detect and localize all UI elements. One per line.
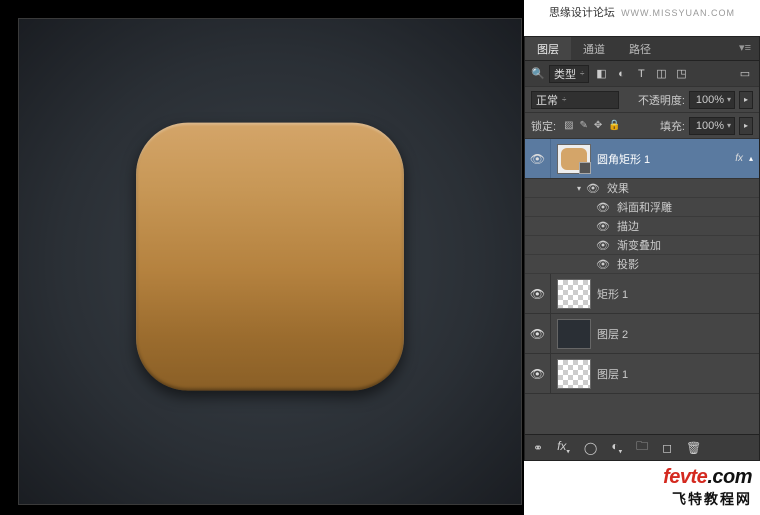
- visibility-toggle[interactable]: 👁: [585, 182, 601, 195]
- opacity-input[interactable]: 100% ▾: [689, 91, 735, 109]
- lock-row: 锁定: ▨ ✎ ✥ 🔒 填充: 100% ▾ ▸: [525, 113, 759, 139]
- filter-type-label: 类型: [554, 66, 576, 82]
- filter-smart-icon[interactable]: ◳: [673, 66, 689, 82]
- new-group-icon[interactable]: 🗀: [636, 437, 648, 458]
- chevron-down-icon: ▾: [727, 95, 731, 104]
- effect-name: 渐变叠加: [617, 237, 661, 253]
- layer-name: 矩形 1: [597, 286, 759, 302]
- search-icon[interactable]: 🔍: [531, 67, 545, 80]
- layer-filter-row: 🔍 类型 ÷ ◧ ◐ T ◫ ◳ ▭: [525, 61, 759, 87]
- brand-text-2: .com: [707, 466, 752, 488]
- tab-layers[interactable]: 图层: [525, 37, 571, 60]
- lock-position-icon[interactable]: ✥: [594, 120, 602, 131]
- lock-pixels-icon[interactable]: ✎: [580, 120, 588, 131]
- lock-label: 锁定:: [531, 118, 556, 134]
- visibility-toggle[interactable]: 👁: [525, 274, 551, 313]
- layer-thumbnail[interactable]: [557, 359, 591, 389]
- visibility-toggle[interactable]: 👁: [595, 258, 611, 271]
- layer-thumbnail[interactable]: [557, 144, 591, 174]
- layer-mask-icon[interactable]: ◯: [584, 441, 597, 455]
- layer-2[interactable]: 👁 图层 2: [525, 314, 759, 354]
- lock-transparency-icon[interactable]: ▨: [564, 120, 573, 131]
- layers-panel: 图层 通道 路径 ▾≡ 🔍 类型 ÷ ◧ ◐ T ◫ ◳ ▭ 正常 ÷ 不透明度…: [524, 36, 760, 461]
- blend-row: 正常 ÷ 不透明度: 100% ▾ ▸: [525, 87, 759, 113]
- layer-thumbnail[interactable]: [557, 279, 591, 309]
- panel-menu-icon[interactable]: ▾≡: [731, 37, 759, 60]
- filter-pixel-icon[interactable]: ◧: [593, 66, 609, 82]
- effect-name: 描边: [617, 218, 639, 234]
- effects-header[interactable]: ▾ 👁 效果: [525, 179, 759, 198]
- canvas-viewport[interactable]: [18, 18, 522, 505]
- layer-name: 图层 1: [597, 366, 759, 382]
- layer-name: 图层 2: [597, 326, 759, 342]
- canvas-area: [0, 0, 524, 515]
- chevron-down-icon: ▾: [727, 121, 731, 130]
- brand-text-1: fevte: [663, 466, 707, 488]
- delete-layer-icon[interactable]: 🗑: [686, 441, 701, 455]
- effect-gradient[interactable]: 👁 渐变叠加: [525, 236, 759, 255]
- site-url: WWW.MISSYUAN.COM: [621, 8, 735, 18]
- panel-tabs: 图层 通道 路径 ▾≡: [525, 37, 759, 61]
- tab-paths[interactable]: 路径: [617, 37, 663, 60]
- tab-channels[interactable]: 通道: [571, 37, 617, 60]
- layer-style-icon[interactable]: fx▾: [557, 439, 570, 455]
- layer-1[interactable]: 👁 图层 1: [525, 354, 759, 394]
- visibility-toggle[interactable]: 👁: [595, 239, 611, 252]
- fill-label: 填充:: [660, 118, 685, 134]
- effect-name: 斜面和浮雕: [617, 199, 672, 215]
- effect-shadow[interactable]: 👁 投影: [525, 255, 759, 274]
- filter-shape-icon[interactable]: ◫: [653, 66, 669, 82]
- visibility-toggle[interactable]: 👁: [595, 201, 611, 214]
- layer-name: 圆角矩形 1: [597, 151, 735, 167]
- filter-toggle[interactable]: ▭: [737, 66, 753, 82]
- visibility-toggle[interactable]: 👁: [595, 220, 611, 233]
- visibility-toggle[interactable]: 👁: [525, 139, 551, 178]
- visibility-toggle[interactable]: 👁: [525, 354, 551, 393]
- effect-name: 投影: [617, 256, 639, 272]
- page-header: 思缘设计论坛 WWW.MISSYUAN.COM: [524, 0, 760, 36]
- fill-input[interactable]: 100% ▾: [689, 117, 735, 135]
- filter-type-dropdown[interactable]: 类型 ÷: [549, 65, 589, 83]
- opacity-label: 不透明度:: [638, 92, 685, 108]
- rounded-rect-shape[interactable]: [136, 122, 404, 390]
- opacity-value: 100%: [696, 94, 724, 106]
- fx-badge[interactable]: fx: [735, 153, 743, 164]
- layer-list: 👁 圆角矩形 1 fx ▴ ▾ 👁 效果 👁 斜面和浮雕 👁 描边 👁 渐变叠加…: [525, 139, 759, 439]
- layer-rect[interactable]: 👁 矩形 1: [525, 274, 759, 314]
- new-layer-icon[interactable]: ◻: [662, 441, 672, 455]
- watermark: fevte.com 飞特教程网: [663, 466, 752, 509]
- filter-type-icon[interactable]: T: [633, 66, 649, 82]
- opacity-slider-btn[interactable]: ▸: [739, 91, 753, 109]
- effects-label: 效果: [607, 180, 629, 196]
- lock-all-icon[interactable]: 🔒: [608, 120, 620, 131]
- effect-stroke[interactable]: 👁 描边: [525, 217, 759, 236]
- triangle-down-icon: ▾: [577, 184, 581, 193]
- fill-slider-btn[interactable]: ▸: [739, 117, 753, 135]
- visibility-toggle[interactable]: 👁: [525, 314, 551, 353]
- chevron-down-icon: ÷: [580, 69, 584, 78]
- effect-bevel[interactable]: 👁 斜面和浮雕: [525, 198, 759, 217]
- blend-mode-value: 正常: [536, 92, 558, 108]
- filter-adjust-icon[interactable]: ◐: [613, 66, 629, 82]
- layers-bottom-toolbar: ⚭ fx▾ ◯ ◐▾ 🗀 ◻ 🗑: [525, 434, 759, 460]
- brand-subtitle: 飞特教程网: [663, 489, 752, 509]
- link-layers-icon[interactable]: ⚭: [533, 441, 543, 455]
- layer-thumbnail[interactable]: [557, 319, 591, 349]
- site-title: 思缘设计论坛: [549, 7, 615, 19]
- adjustment-layer-icon[interactable]: ◐▾: [611, 439, 622, 455]
- fx-collapse-icon[interactable]: ▴: [749, 154, 753, 163]
- chevron-down-icon: ÷: [562, 95, 566, 104]
- blend-mode-dropdown[interactable]: 正常 ÷: [531, 91, 619, 109]
- fill-value: 100%: [696, 120, 724, 132]
- layer-rounded-rect[interactable]: 👁 圆角矩形 1 fx ▴: [525, 139, 759, 179]
